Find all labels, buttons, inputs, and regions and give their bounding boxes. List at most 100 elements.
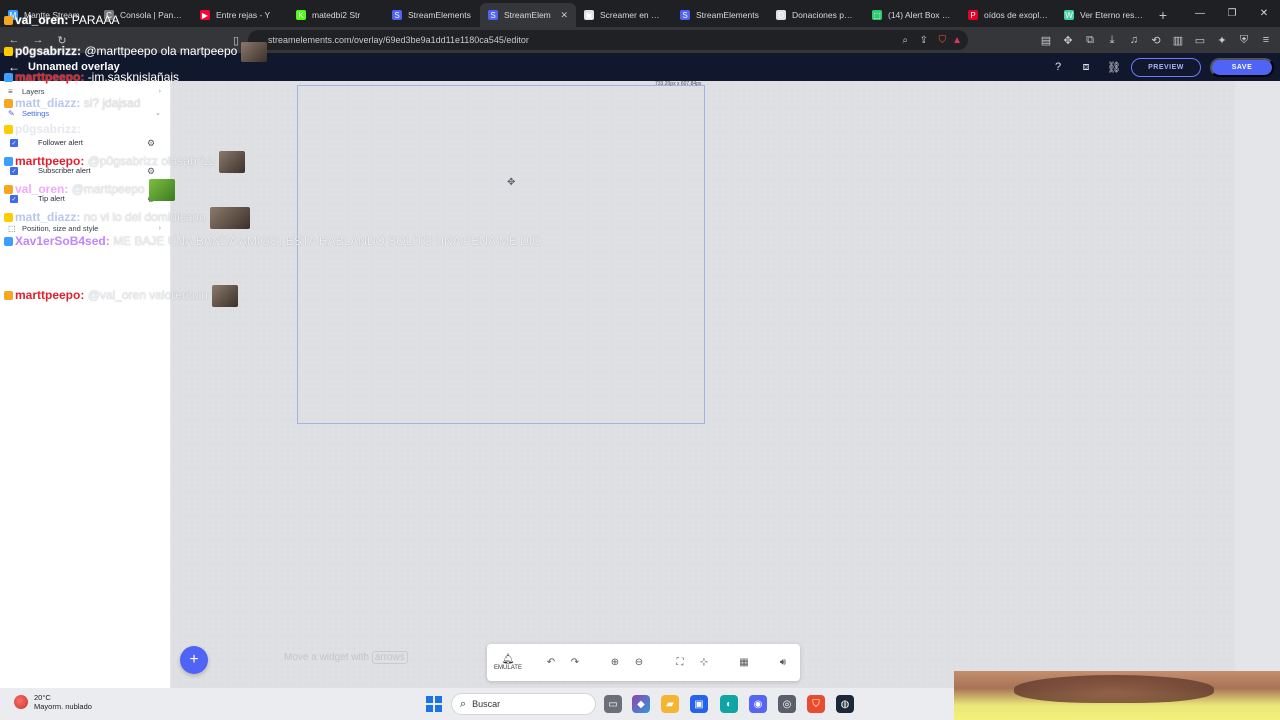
discord-icon[interactable]: ◉ — [749, 695, 767, 713]
back-arrow-icon[interactable]: ← — [6, 32, 22, 48]
address-bar[interactable]: streamelements.com/overlay/69ed3be9a1dd1… — [248, 30, 968, 50]
settings-header[interactable]: ✎ Settings ⌄ — [0, 106, 171, 120]
windows-start-icon[interactable] — [426, 696, 442, 712]
weather-condition: Mayorm. nublado — [34, 702, 92, 711]
tab-favicon-icon: S — [488, 10, 498, 20]
zoom-out-icon[interactable]: ⊖ — [632, 655, 646, 669]
hint-text: Move a widget with — [284, 652, 370, 663]
close-tab-icon[interactable]: ✕ — [560, 10, 568, 21]
close-window-icon[interactable]: ✕ — [1248, 0, 1280, 27]
tab-favicon-icon: W — [1064, 10, 1074, 20]
layers-header[interactable]: ≡ Layers › — [0, 84, 171, 98]
extensions-area: ▤ ✥ ⧉ ⤓ ♫ ⟲ ▥ ▭ ✦ ⛨ ≡ — [1038, 32, 1274, 48]
browser-tab[interactable]: ▶ Entre rejas - Y — [192, 3, 288, 27]
weather-icon — [14, 695, 28, 709]
alert-box-widget[interactable] — [297, 85, 705, 424]
browser-tab[interactable]: ▣ Screamer en don — [576, 3, 672, 27]
shield-icon[interactable]: ⛉ — [939, 35, 947, 46]
forward-arrow-icon[interactable]: → — [30, 32, 46, 48]
volume-icon[interactable]: 🔊︎ — [776, 655, 790, 669]
browser-tab[interactable]: W Ver Eterno respla — [1056, 3, 1152, 27]
browser-tab[interactable]: ⬚ (14) Alert Box / St — [864, 3, 960, 27]
search-icon: ⌕ — [460, 697, 467, 710]
gallery-icon[interactable]: ⧈ — [1078, 59, 1094, 75]
browser-tab[interactable]: S StreamElements — [384, 3, 480, 27]
browser-tab[interactable]: Poídos de exoplan — [960, 3, 1056, 27]
emulate-button[interactable]: 🔔︎ EMULATE — [487, 644, 529, 681]
subscriber-alert-checkbox[interactable]: ✓ — [10, 167, 18, 175]
wallet-icon[interactable]: ▭ — [1192, 32, 1208, 48]
editor-canvas[interactable]: 733.20px x 607.84px ✥ Move a widget with… — [171, 81, 1235, 688]
preview-button[interactable]: PREVIEW — [1131, 58, 1201, 77]
overlay-title[interactable]: Unnamed overlay — [28, 61, 120, 73]
undo-icon[interactable]: ↶ — [544, 655, 558, 669]
fit-screen-icon[interactable]: ⊹ — [697, 655, 711, 669]
zoom-icon[interactable]: ⌕ — [902, 35, 908, 46]
sidebar-icon[interactable]: ▥ — [1170, 32, 1186, 48]
tab-favicon-icon: ⬚ — [872, 10, 882, 20]
task-view-icon[interactable]: ▭ — [604, 695, 622, 713]
position-size-style-label: Position, size and style — [22, 223, 99, 233]
webcam-face — [1014, 675, 1214, 703]
gear-icon[interactable]: ⚙ — [146, 138, 156, 148]
tab-label: Mantte Stream — [24, 10, 80, 20]
browser-tab[interactable]: M Mantte Stream — [0, 3, 96, 27]
browser-tab[interactable]: Kmatedbi2 Str — [288, 3, 384, 27]
position-size-style-header[interactable]: ⬚ Position, size and style › — [0, 221, 171, 235]
store-icon[interactable]: ▣ — [690, 695, 708, 713]
history-icon[interactable]: ⟲ — [1148, 32, 1164, 48]
wrench-icon: ✎ — [8, 108, 15, 118]
gear-icon[interactable]: ⚙ — [146, 194, 156, 204]
redo-icon[interactable]: ↷ — [568, 655, 582, 669]
tab-favicon-icon: S — [392, 10, 402, 20]
browser-tab[interactable]: C Consola | Panel de — [96, 3, 192, 27]
grid-icon[interactable]: ▦ — [737, 655, 751, 669]
gear-icon[interactable]: ⚙ — [146, 166, 156, 176]
add-widget-button[interactable]: + — [180, 646, 208, 674]
tab-label: Consola | Panel de — [120, 10, 184, 20]
copilot-icon[interactable]: ◆ — [632, 695, 650, 713]
browser-tab[interactable]: D Donaciones para — [768, 3, 864, 27]
reload-icon[interactable]: ↻ — [54, 32, 70, 48]
back-icon[interactable]: ← — [0, 60, 28, 74]
zoom-in-icon[interactable]: ⊕ — [608, 655, 622, 669]
browser-tab[interactable]: S StreamElements — [672, 3, 768, 27]
tip-alert-label: Tip alert — [38, 194, 65, 203]
screenshot-icon[interactable]: ⧉ — [1082, 32, 1098, 48]
ai-icon[interactable]: ✦ — [1214, 32, 1230, 48]
minimize-icon[interactable]: — — [1184, 0, 1216, 27]
puzzle-icon[interactable]: ✥ — [1060, 32, 1076, 48]
vpn-icon[interactable]: ⛨ — [1236, 32, 1252, 48]
tab-label: Entre rejas - Y — [216, 10, 271, 20]
tip-alert-checkbox[interactable]: ✓ — [10, 195, 18, 203]
menu-icon[interactable]: ≡ — [1258, 32, 1274, 48]
weather-widget[interactable]: 20°C Mayorm. nublado — [14, 693, 92, 711]
link-icon[interactable]: ⛓ — [1106, 59, 1122, 75]
window-controls: — ❐ ✕ — [1184, 0, 1280, 27]
extension-icon[interactable]: ▤ — [1038, 32, 1054, 48]
music-icon[interactable]: ♫ — [1126, 32, 1142, 48]
rewards-icon[interactable]: ▲ — [952, 35, 962, 46]
save-button[interactable]: SAVE — [1210, 58, 1274, 77]
tab-favicon-icon: K — [296, 10, 306, 20]
share-icon[interactable]: ⇪ — [920, 35, 928, 46]
tab-list: M Mantte Stream C Consola | Panel de ▶ Entre … — [0, 3, 1152, 27]
fullscreen-icon[interactable]: ⛶ — [673, 655, 687, 669]
taskbar-search[interactable]: ⌕ Buscar — [451, 693, 596, 715]
restore-icon[interactable]: ❐ — [1216, 0, 1248, 27]
tab-label: Donaciones para — [792, 10, 856, 20]
help-icon[interactable]: ? — [1050, 59, 1066, 75]
brave-icon[interactable]: ⛉ — [807, 695, 825, 713]
new-tab-button[interactable]: + — [1152, 3, 1174, 27]
bookmark-icon[interactable]: ▯ — [228, 32, 244, 48]
file-explorer-icon[interactable]: ▰ — [661, 695, 679, 713]
follower-alert-checkbox[interactable]: ✓ — [10, 139, 18, 147]
browser-tab[interactable]: S StreamElem ✕ — [480, 3, 576, 27]
move-hint: Move a widget with arrows — [284, 651, 408, 664]
chevron-down-icon: ⌄ — [155, 110, 161, 117]
steam-icon[interactable]: ◍ — [836, 695, 854, 713]
follower-alert-label: Follower alert — [38, 138, 84, 147]
obs-icon[interactable]: ◎ — [778, 695, 796, 713]
download-icon[interactable]: ⤓ — [1104, 32, 1120, 48]
edge-icon[interactable]: ◐ — [720, 695, 738, 713]
